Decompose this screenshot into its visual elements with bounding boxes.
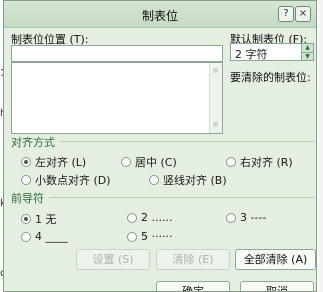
radio-leader-3[interactable]: 3 ---- bbox=[226, 211, 266, 224]
increment-icon[interactable]: ▲ bbox=[301, 44, 313, 52]
radio-icon bbox=[21, 175, 31, 185]
cancel-button[interactable]: 取消 bbox=[240, 281, 314, 291]
clear-all-button[interactable]: 全部清除 (A) bbox=[235, 249, 316, 270]
dialog-title: 制表位 bbox=[141, 9, 178, 23]
radio-selected-icon bbox=[21, 214, 31, 224]
scroll-up-icon[interactable] bbox=[213, 68, 218, 73]
clear-button[interactable]: 清除 (E) bbox=[156, 249, 230, 270]
radio-leader-4[interactable]: 4 ____ bbox=[21, 230, 68, 243]
radio-icon bbox=[127, 231, 137, 242]
radio-align-center[interactable]: 居中 (C) bbox=[121, 154, 177, 170]
radio-icon bbox=[121, 157, 131, 167]
radio-selected-icon bbox=[21, 157, 31, 167]
alignment-section-title: 对齐方式 bbox=[11, 136, 55, 149]
stepper-buttons: ▲ ▼ bbox=[301, 44, 313, 60]
radio-leader-5[interactable]: 5 ······ bbox=[127, 230, 172, 243]
radio-icon bbox=[149, 175, 159, 185]
set-button[interactable]: 设置 (S) bbox=[76, 249, 150, 270]
leader-section-title: 前导符 bbox=[11, 192, 44, 205]
dialog-titlebar[interactable]: 制表位 ? × bbox=[4, 1, 316, 28]
scroll-down-icon[interactable] bbox=[213, 122, 218, 127]
clear-tabs-label: 要清除的制表位: bbox=[230, 71, 311, 84]
radio-icon bbox=[226, 212, 236, 223]
radio-icon bbox=[21, 231, 31, 242]
section-divider bbox=[49, 197, 314, 198]
radio-align-bar[interactable]: 竖线对齐 (B) bbox=[149, 172, 227, 188]
radio-icon bbox=[226, 157, 236, 167]
radio-align-decimal[interactable]: 小数点对齐 (D) bbox=[21, 172, 111, 188]
radio-leader-2[interactable]: 2 ...... bbox=[127, 211, 172, 224]
background-document-edge-right bbox=[319, 0, 323, 292]
help-icon[interactable]: ? bbox=[278, 6, 294, 22]
ok-button[interactable]: 确定 bbox=[156, 281, 230, 291]
list-scrollbar[interactable] bbox=[209, 63, 222, 133]
decrement-icon[interactable]: ▼ bbox=[301, 52, 313, 60]
radio-align-right[interactable]: 右对齐 (R) bbox=[226, 154, 293, 170]
tab-position-input[interactable] bbox=[11, 45, 223, 62]
close-icon[interactable]: × bbox=[295, 6, 311, 22]
radio-icon bbox=[127, 212, 137, 223]
default-tab-value: 2 字符 bbox=[235, 48, 268, 61]
radio-align-left[interactable]: 左对齐 (L) bbox=[21, 154, 86, 170]
tabs-dialog: 制表位 ? × 制表位位置 (T): 默认制表位 (F): 2 字符 ▲ ▼ 要… bbox=[3, 0, 317, 292]
radio-leader-1[interactable]: 1 无 bbox=[21, 211, 57, 227]
section-divider bbox=[59, 141, 314, 142]
tab-stops-list[interactable] bbox=[11, 62, 223, 134]
default-tab-stepper[interactable]: 2 字符 ▲ ▼ bbox=[230, 43, 314, 61]
